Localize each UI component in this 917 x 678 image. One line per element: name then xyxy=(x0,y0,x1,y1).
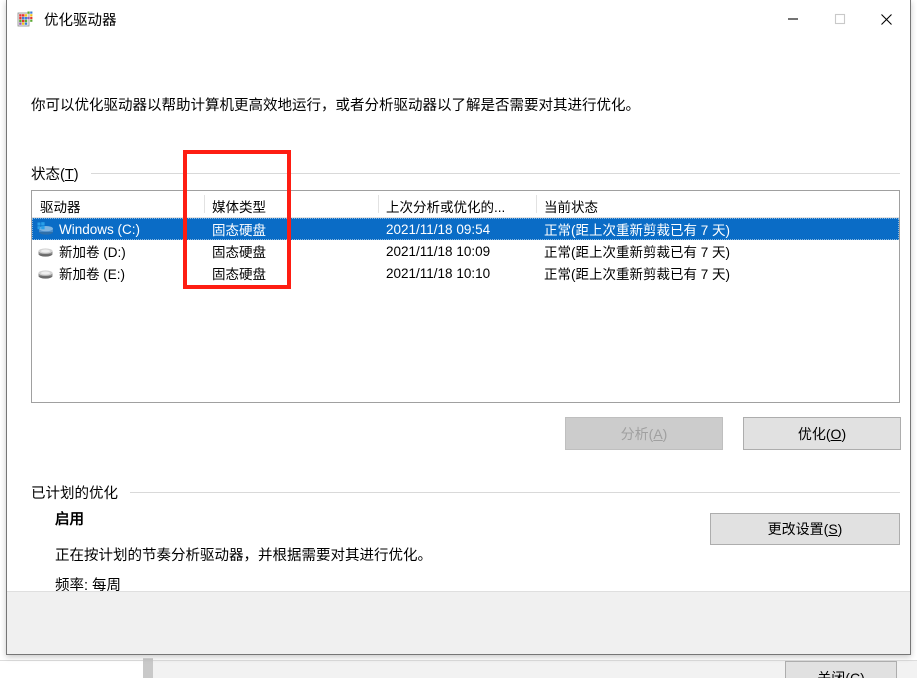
minimize-icon[interactable] xyxy=(769,0,816,38)
cell-drive: 新加卷 (E:) xyxy=(32,263,204,283)
column-header-media[interactable]: 媒体类型 xyxy=(204,191,378,217)
screen: 优化驱动器 你可以优化驱动器以帮助计算机更高效地运行，或者分析驱动器以了解是否需… xyxy=(0,0,917,678)
status-group-rule xyxy=(90,173,900,174)
change-settings-button[interactable]: 更改设置(S) xyxy=(710,513,900,545)
scheduled-state: 启用 xyxy=(55,512,84,528)
column-header-last-run[interactable]: 上次分析或优化的... xyxy=(378,191,536,217)
cell-current-status: 正常(距上次重新剪裁已有 7 天) xyxy=(544,267,731,282)
cell-current-status: 正常(距上次重新剪裁已有 7 天) xyxy=(544,245,731,260)
table-row[interactable]: 新加卷 (E:) 固态硬盘 2021/11/18 10:10 正常(距上次重新剪… xyxy=(32,262,899,284)
title-bar: 优化驱动器 xyxy=(7,0,910,38)
cell-last-run: 2021/11/18 10:10 xyxy=(386,265,491,281)
scheduled-group-rule xyxy=(130,492,900,493)
analyze-button[interactable]: 分析(A) xyxy=(565,417,723,450)
drive-list-header: 驱动器 媒体类型 上次分析或优化的... 当前状态 xyxy=(32,191,899,218)
optimize-drives-window: 优化驱动器 你可以优化驱动器以帮助计算机更高效地运行，或者分析驱动器以了解是否需… xyxy=(6,0,911,678)
drive-icon xyxy=(37,266,54,280)
desktop-background-divider xyxy=(143,658,153,678)
client-area: 你可以优化驱动器以帮助计算机更高效地运行，或者分析驱动器以了解是否需要对其进行优… xyxy=(7,38,910,678)
drive-list[interactable]: 驱动器 媒体类型 上次分析或优化的... 当前状态 Windows (C:) 固… xyxy=(31,190,900,403)
column-header-drive[interactable]: 驱动器 xyxy=(32,191,204,217)
cell-drive-label: 新加卷 (E:) xyxy=(59,267,125,282)
cell-drive: Windows (C:) xyxy=(32,222,204,237)
scheduled-group-header: 已计划的优化 xyxy=(31,482,900,503)
window-title: 优化驱动器 xyxy=(44,12,117,29)
intro-description: 你可以优化驱动器以帮助计算机更高效地运行，或者分析驱动器以了解是否需要对其进行优… xyxy=(31,98,640,114)
close-button-label: 关闭(C) xyxy=(817,669,865,678)
column-header-status[interactable]: 当前状态 xyxy=(536,191,899,217)
optimize-button[interactable]: 优化(O) xyxy=(743,417,901,450)
footer-bar xyxy=(7,591,910,654)
cell-drive-label: Windows (C:) xyxy=(59,221,141,237)
desktop-background-left xyxy=(0,660,143,678)
status-group-label: 状态(T) xyxy=(31,167,79,183)
window-controls xyxy=(769,0,910,38)
optimize-drives-icon xyxy=(17,10,35,28)
close-button[interactable]: 关闭(C) xyxy=(785,661,897,678)
scheduled-description: 正在按计划的节奏分析驱动器，并根据需要对其进行优化。 xyxy=(55,548,432,564)
windows-drive-icon xyxy=(37,222,54,236)
table-row[interactable]: 新加卷 (D:) 固态硬盘 2021/11/18 10:09 正常(距上次重新剪… xyxy=(32,240,899,262)
cell-media-type: 固态硬盘 xyxy=(212,245,266,260)
cell-media-type: 固态硬盘 xyxy=(212,267,266,282)
table-row[interactable]: Windows (C:) 固态硬盘 2021/11/18 09:54 正常(距上… xyxy=(32,218,899,240)
optimize-button-label: 优化(O) xyxy=(797,425,847,442)
drive-icon xyxy=(37,244,54,258)
change-settings-button-label: 更改设置(S) xyxy=(767,521,843,537)
cell-last-run: 2021/11/18 10:09 xyxy=(386,243,491,259)
cell-drive: 新加卷 (D:) xyxy=(32,241,204,261)
cell-drive-label: 新加卷 (D:) xyxy=(59,245,126,260)
cell-current-status: 正常(距上次重新剪裁已有 7 天) xyxy=(544,223,731,238)
maximize-icon[interactable] xyxy=(816,0,863,38)
close-icon[interactable] xyxy=(863,0,910,38)
cell-last-run: 2021/11/18 09:54 xyxy=(386,221,491,237)
cell-media-type: 固态硬盘 xyxy=(212,223,266,238)
scheduled-group-label: 已计划的优化 xyxy=(31,486,118,502)
status-group-header: 状态(T) xyxy=(31,163,900,184)
analyze-button-label: 分析(A) xyxy=(620,425,668,442)
